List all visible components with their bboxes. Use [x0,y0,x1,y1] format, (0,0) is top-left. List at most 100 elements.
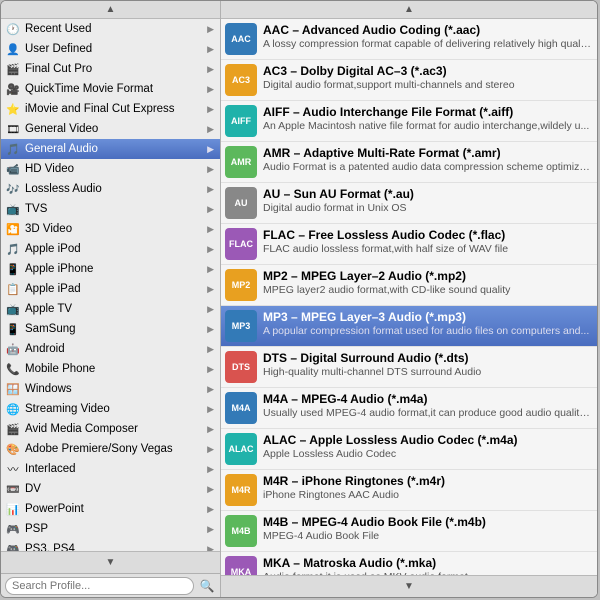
left-item-arrow-apple-tv: ▶ [207,304,214,315]
left-scroll-up-button[interactable]: ▲ [1,1,220,19]
left-item-final-cut-pro[interactable]: 🎬Final Cut Pro▶ [1,59,220,79]
left-item-icon-dv: 📼 [5,481,21,497]
left-item-general-audio[interactable]: 🎵General Audio▶ [1,139,220,159]
left-item-label-recent-used: Recent Used [25,23,205,35]
right-format-list: AACAAC – Advanced Audio Coding (*.aac)A … [221,19,597,575]
left-item-arrow-dv: ▶ [207,484,214,495]
right-item-mka[interactable]: MKAMKA – Matroska Audio (*.mka)Audio for… [221,552,597,575]
left-item-label-avid: Avid Media Composer [25,423,205,435]
left-item-label-apple-iphone: Apple iPhone [25,263,205,275]
right-item-title-dts: DTS – Digital Surround Audio (*.dts) [263,351,591,365]
right-item-desc-m4a: Usually used MPEG-4 audio format,it can … [263,407,591,419]
left-item-label-user-defined: User Defined [25,43,205,55]
left-item-ps3-ps4[interactable]: 🎮PS3, PS4▶ [1,539,220,551]
left-scroll-down-button[interactable]: ▼ [1,551,220,573]
left-item-apple-iphone[interactable]: 📱Apple iPhone▶ [1,259,220,279]
left-item-arrow-samsung: ▶ [207,324,214,335]
left-item-3d-video[interactable]: 🎦3D Video▶ [1,219,220,239]
left-item-mobile-phone[interactable]: 📞Mobile Phone▶ [1,359,220,379]
left-item-arrow-user-defined: ▶ [207,44,214,55]
left-item-icon-general-video: 🎞 [5,121,21,137]
left-item-icon-streaming-video: 🌐 [5,401,21,417]
left-item-icon-hd-video: 📹 [5,161,21,177]
left-item-arrow-3d-video: ▶ [207,224,214,235]
right-item-mp3[interactable]: MP3MP3 – MPEG Layer–3 Audio (*.mp3)A pop… [221,306,597,347]
left-item-apple-tv[interactable]: 📺Apple TV▶ [1,299,220,319]
search-bar: 🔍 [1,573,220,597]
left-item-android[interactable]: 🤖Android▶ [1,339,220,359]
left-item-icon-apple-ipod: 🎵 [5,241,21,257]
left-item-hd-video[interactable]: 📹HD Video▶ [1,159,220,179]
right-item-m4r[interactable]: M4RM4R – iPhone Ringtones (*.m4r)iPhone … [221,470,597,511]
right-item-title-mka: MKA – Matroska Audio (*.mka) [263,556,591,570]
left-item-label-3d-video: 3D Video [25,223,205,235]
left-item-general-video[interactable]: 🎞General Video▶ [1,119,220,139]
right-item-title-alac: ALAC – Apple Lossless Audio Codec (*.m4a… [263,433,591,447]
left-item-label-adobe: Adobe Premiere/Sony Vegas [25,443,205,455]
right-scroll-up-button[interactable]: ▲ [221,1,597,19]
right-item-text-aac: AAC – Advanced Audio Coding (*.aac)A los… [263,23,591,50]
left-item-icon-tvs: 📺 [5,201,21,217]
right-item-ac3[interactable]: AC3AC3 – Dolby Digital AC–3 (*.ac3)Digit… [221,60,597,101]
left-item-samsung[interactable]: 📱SamSung▶ [1,319,220,339]
right-item-icon-m4r: M4R [225,474,257,506]
right-item-desc-amr: Audio Format is a patented audio data co… [263,161,591,173]
left-item-arrow-general-video: ▶ [207,124,214,135]
left-item-interlaced[interactable]: 〰Interlaced▶ [1,459,220,479]
left-item-arrow-powerpoint: ▶ [207,504,214,515]
left-item-adobe[interactable]: 🎨Adobe Premiere/Sony Vegas▶ [1,439,220,459]
left-item-label-apple-tv: Apple TV [25,303,205,315]
left-item-dv[interactable]: 📼DV▶ [1,479,220,499]
right-panel: ▲ AACAAC – Advanced Audio Coding (*.aac)… [221,1,597,597]
left-item-icon-imovie: ⭐ [5,101,21,117]
left-item-imovie[interactable]: ⭐iMovie and Final Cut Express▶ [1,99,220,119]
right-item-title-m4a: M4A – MPEG-4 Audio (*.m4a) [263,392,591,406]
right-item-m4b[interactable]: M4BM4B – MPEG-4 Audio Book File (*.m4b)M… [221,511,597,552]
right-item-desc-flac: FLAC audio lossless format,with half siz… [263,243,591,255]
right-item-aac[interactable]: AACAAC – Advanced Audio Coding (*.aac)A … [221,19,597,60]
left-item-icon-lossless-audio: 🎶 [5,181,21,197]
left-panel: ▲ 🕐Recent Used▶👤User Defined▶🎬Final Cut … [1,1,221,597]
right-item-icon-alac: ALAC [225,433,257,465]
left-item-windows[interactable]: 🪟Windows▶ [1,379,220,399]
search-icon[interactable]: 🔍 [198,577,216,595]
main-container: ▲ 🕐Recent Used▶👤User Defined▶🎬Final Cut … [0,0,598,598]
right-item-text-m4b: M4B – MPEG-4 Audio Book File (*.m4b)MPEG… [263,515,591,542]
left-item-powerpoint[interactable]: 📊PowerPoint▶ [1,499,220,519]
right-item-desc-m4b: MPEG-4 Audio Book File [263,530,591,542]
left-item-icon-powerpoint: 📊 [5,501,21,517]
left-item-arrow-ps3-ps4: ▶ [207,544,214,552]
right-item-title-amr: AMR – Adaptive Multi-Rate Format (*.amr) [263,146,591,160]
left-item-recent-used[interactable]: 🕐Recent Used▶ [1,19,220,39]
left-item-arrow-adobe: ▶ [207,444,214,455]
right-scroll-down-button[interactable]: ▼ [221,575,597,597]
right-item-icon-flac: FLAC [225,228,257,260]
left-item-avid[interactable]: 🎬Avid Media Composer▶ [1,419,220,439]
right-item-au[interactable]: AUAU – Sun AU Format (*.au)Digital audio… [221,183,597,224]
right-item-icon-mp3: MP3 [225,310,257,342]
right-item-alac[interactable]: ALAC ALAC – Apple Lossless Audio Codec (*… [221,429,597,470]
left-item-label-apple-ipod: Apple iPod [25,243,205,255]
right-item-m4a[interactable]: M4AM4A – MPEG-4 Audio (*.m4a)Usually use… [221,388,597,429]
right-item-text-mp3: MP3 – MPEG Layer–3 Audio (*.mp3)A popula… [263,310,591,337]
left-item-apple-ipad[interactable]: 📋Apple iPad▶ [1,279,220,299]
left-item-psp[interactable]: 🎮PSP▶ [1,519,220,539]
search-input[interactable] [5,577,194,595]
left-item-streaming-video[interactable]: 🌐Streaming Video▶ [1,399,220,419]
right-item-text-flac: FLAC – Free Lossless Audio Codec (*.flac… [263,228,591,255]
left-item-quicktime[interactable]: 🎥QuickTime Movie Format▶ [1,79,220,99]
right-item-aiff[interactable]: AIFFAIFF – Audio Interchange File Format… [221,101,597,142]
left-item-icon-psp: 🎮 [5,521,21,537]
left-item-arrow-apple-iphone: ▶ [207,264,214,275]
right-item-dts[interactable]: DTSDTS – Digital Surround Audio (*.dts)H… [221,347,597,388]
left-item-label-lossless-audio: Lossless Audio [25,183,205,195]
right-item-text-mka: MKA – Matroska Audio (*.mka)Audio format… [263,556,591,575]
right-item-amr[interactable]: AMRAMR – Adaptive Multi-Rate Format (*.a… [221,142,597,183]
left-item-arrow-apple-ipad: ▶ [207,284,214,295]
right-item-flac[interactable]: FLACFLAC – Free Lossless Audio Codec (*.… [221,224,597,265]
left-item-tvs[interactable]: 📺TVS▶ [1,199,220,219]
left-item-lossless-audio[interactable]: 🎶Lossless Audio▶ [1,179,220,199]
left-item-user-defined[interactable]: 👤User Defined▶ [1,39,220,59]
left-item-apple-ipod[interactable]: 🎵Apple iPod▶ [1,239,220,259]
right-item-mp2[interactable]: MP2MP2 – MPEG Layer–2 Audio (*.mp2)MPEG … [221,265,597,306]
